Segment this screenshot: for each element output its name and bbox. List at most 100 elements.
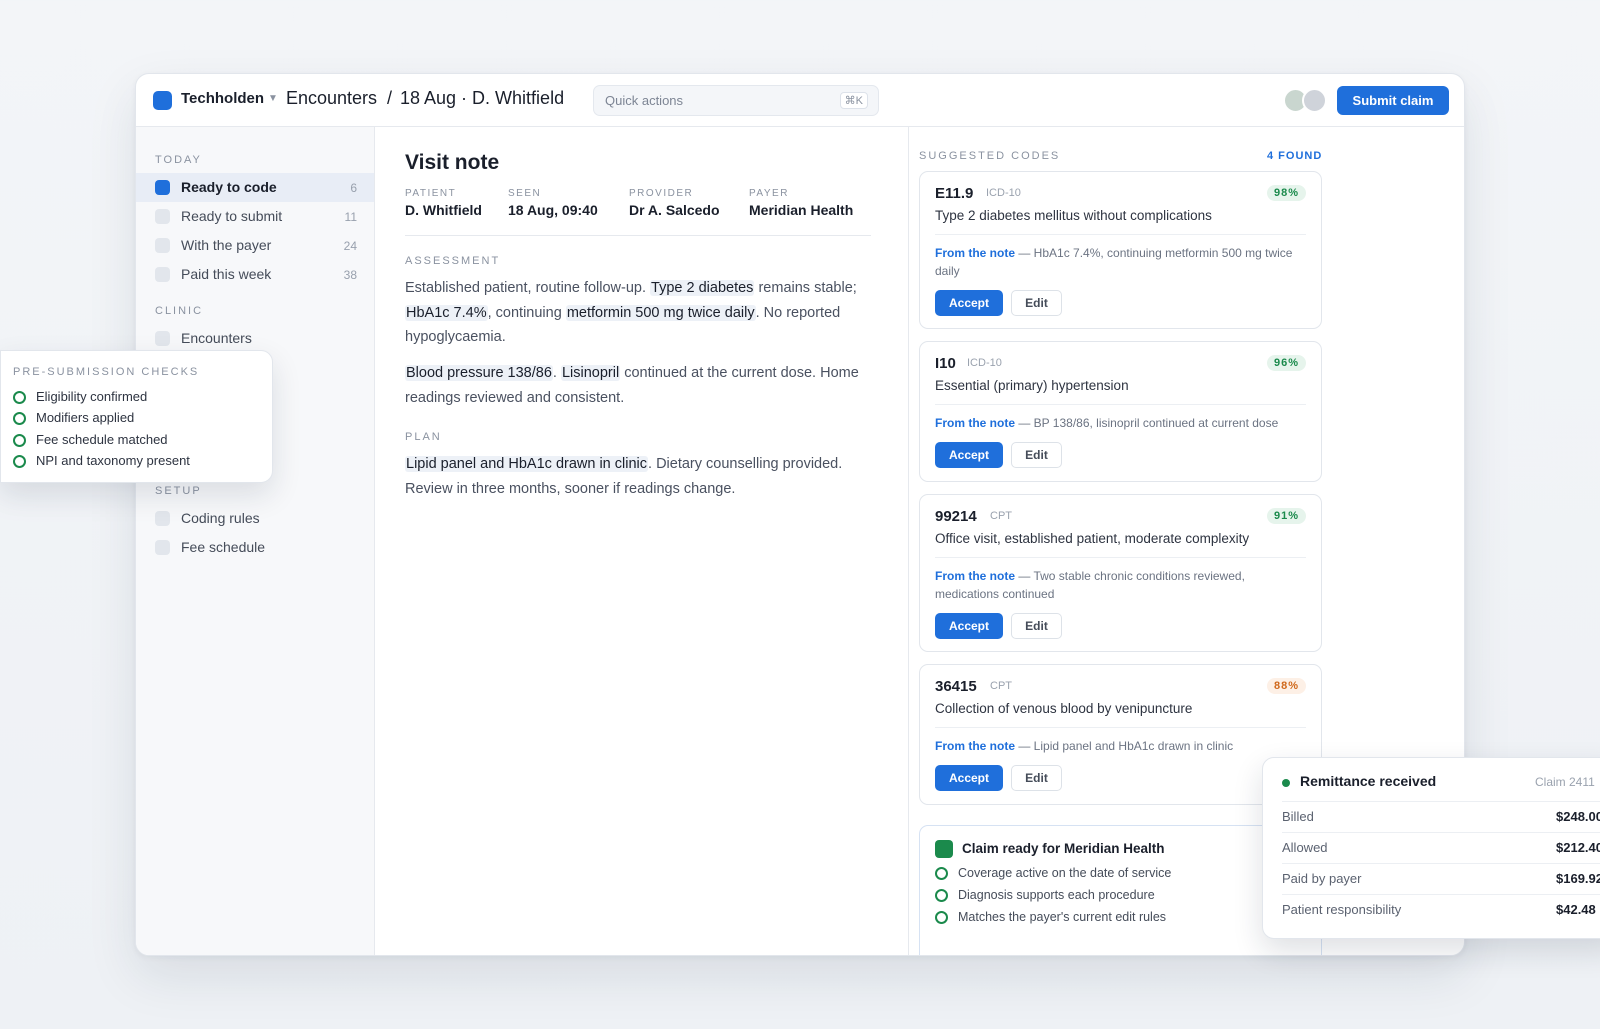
settings-icon: [155, 540, 170, 555]
note-highlight[interactable]: Type 2 diabetes: [650, 280, 755, 296]
workspace-name[interactable]: Techholden: [181, 90, 264, 107]
code-system: ICD-10: [986, 187, 1021, 199]
from-the-note-link[interactable]: From the note: [935, 569, 1015, 583]
submit-claim-button[interactable]: Submit claim: [1337, 86, 1449, 115]
confidence-badge: 96%: [1266, 355, 1306, 371]
sidebar: TODAY Ready to code 6 Ready to submit 11…: [136, 127, 375, 955]
sidebar-item-paid-this-week[interactable]: Paid this week 38: [136, 260, 374, 289]
check-item: Modifiers applied: [36, 410, 135, 425]
top-bar: Techholden ▼ Encounters / 18 Aug · D. Wh…: [136, 74, 1464, 127]
brand-logo-icon: [153, 91, 172, 110]
pre-submission-checks-panel: PRE-SUBMISSION CHECKS Eligibility confir…: [0, 350, 273, 483]
remittance-title: Remittance received: [1300, 773, 1437, 789]
accept-button[interactable]: Accept: [935, 765, 1003, 791]
code-card: I10 ICD-10 96% Essential (primary) hyper…: [919, 341, 1322, 482]
meta-label: PATIENT: [405, 188, 457, 199]
sidebar-heading-clinic: CLINIC: [155, 305, 204, 317]
visit-note-panel: Visit note PATIENT D. Whitfield SEEN 18 …: [376, 127, 909, 955]
divider: [1282, 801, 1600, 802]
check-item: NPI and taxonomy present: [36, 453, 190, 468]
divider: [1282, 863, 1600, 864]
note-text: remains stable;: [754, 280, 857, 296]
meta-payer: Meridian Health: [749, 202, 854, 218]
note-text: .: [552, 365, 561, 381]
status-dot-icon: [1282, 779, 1290, 787]
code-system: ICD-10: [967, 357, 1002, 369]
queue-icon: [155, 238, 170, 253]
code-card: 99214 CPT 91% Office visit, established …: [919, 494, 1322, 652]
divider: [1282, 894, 1600, 895]
accept-button[interactable]: Accept: [935, 613, 1003, 639]
claim-check-item: Matches the payer's current edit rules: [958, 910, 1167, 924]
from-the-note-link[interactable]: From the note: [935, 739, 1015, 753]
note-highlight[interactable]: metformin 500 mg twice daily: [565, 304, 756, 321]
sidebar-item-with-the-payer[interactable]: With the payer 24: [136, 231, 374, 260]
quick-actions-input[interactable]: Quick actions ⌘K: [593, 85, 879, 116]
suggested-codes-heading: SUGGESTED CODES: [919, 150, 1061, 162]
from-the-note-link[interactable]: From the note: [935, 416, 1015, 430]
sidebar-item-count: 6: [350, 181, 357, 195]
evidence-text: From the note — Lipid panel and HbA1c dr…: [935, 737, 1310, 755]
assessment-paragraph: Established patient, routine follow-up. …: [405, 276, 880, 350]
remittance-label: Paid by payer: [1282, 871, 1362, 886]
meta-label: PROVIDER: [629, 188, 694, 199]
note-text: Established patient, routine follow-up.: [405, 280, 651, 296]
check-circle-icon: [935, 867, 948, 880]
note-highlight[interactable]: Lisinopril: [560, 365, 621, 381]
sidebar-item-count: 38: [343, 268, 357, 282]
evidence-snippet: — BP 138/86, lisinopril continued at cur…: [1018, 416, 1279, 430]
sidebar-item-count: 24: [343, 239, 357, 253]
assessment-heading: ASSESSMENT: [405, 255, 501, 267]
sidebar-item-label: With the payer: [181, 237, 272, 253]
note-highlight[interactable]: HbA1c 7.4%: [405, 304, 488, 321]
accept-button[interactable]: Accept: [935, 290, 1003, 316]
chevron-down-icon[interactable]: ▼: [268, 93, 278, 104]
breadcrumb-separator: /: [387, 88, 393, 108]
evidence-snippet: — Lipid panel and HbA1c drawn in clinic: [1018, 739, 1234, 753]
edit-button[interactable]: Edit: [1011, 290, 1062, 316]
check-circle-icon: [13, 391, 26, 404]
code-value: I10: [935, 355, 956, 372]
claim-id: Claim 2411: [1535, 775, 1595, 789]
confidence-badge: 88%: [1266, 678, 1306, 694]
claim-check-item: Coverage active on the date of service: [958, 866, 1172, 880]
note-highlight[interactable]: Lipid panel and HbA1c drawn in clinic: [405, 456, 649, 472]
code-description: Office visit, established patient, moder…: [935, 531, 1250, 546]
sidebar-item-label: Fee schedule: [181, 539, 266, 555]
sidebar-item-ready-to-submit[interactable]: Ready to submit 11: [136, 202, 374, 231]
sidebar-item-encounters[interactable]: Encounters: [136, 324, 374, 353]
check-item: Fee schedule matched: [36, 432, 168, 447]
edit-button[interactable]: Edit: [1011, 765, 1062, 791]
sidebar-item-fee-schedule[interactable]: Fee schedule: [136, 533, 374, 562]
remittance-panel: Remittance received Claim 2411 Billed $2…: [1262, 757, 1600, 939]
remittance-label: Billed: [1282, 809, 1314, 824]
sidebar-item-label: Paid this week: [181, 266, 272, 282]
remittance-label: Patient responsibility: [1282, 902, 1402, 917]
check-circle-icon: [13, 455, 26, 468]
sidebar-item-ready-to-code[interactable]: Ready to code 6: [136, 173, 374, 202]
settings-icon: [155, 511, 170, 526]
search-placeholder: Quick actions: [605, 93, 684, 108]
sidebar-item-coding-rules[interactable]: Coding rules: [136, 504, 374, 533]
note-highlight[interactable]: Blood pressure 138/86: [405, 365, 553, 381]
code-value: 99214: [935, 508, 977, 525]
avatar[interactable]: [1302, 88, 1327, 113]
assessment-paragraph: Blood pressure 138/86. Lisinopril contin…: [405, 361, 880, 410]
from-the-note-link[interactable]: From the note: [935, 246, 1015, 260]
edit-button[interactable]: Edit: [1011, 442, 1062, 468]
evidence-text: From the note — Two stable chronic condi…: [935, 567, 1310, 603]
edit-button[interactable]: Edit: [1011, 613, 1062, 639]
plan-heading: PLAN: [405, 431, 442, 443]
breadcrumb-encounters[interactable]: Encounters: [286, 88, 377, 109]
divider: [935, 404, 1306, 405]
queue-icon: [155, 180, 170, 195]
check-circle-icon: [935, 911, 948, 924]
plan-paragraph: Lipid panel and HbA1c drawn in clinic. D…: [405, 452, 880, 501]
code-system: CPT: [990, 510, 1012, 522]
claim-ready-title: Claim ready for Meridian Health: [962, 841, 1165, 856]
meta-label: SEEN: [508, 188, 542, 199]
evidence-text: From the note — BP 138/86, lisinopril co…: [935, 414, 1310, 432]
queue-icon: [155, 267, 170, 282]
accept-button[interactable]: Accept: [935, 442, 1003, 468]
remittance-label: Allowed: [1282, 840, 1328, 855]
